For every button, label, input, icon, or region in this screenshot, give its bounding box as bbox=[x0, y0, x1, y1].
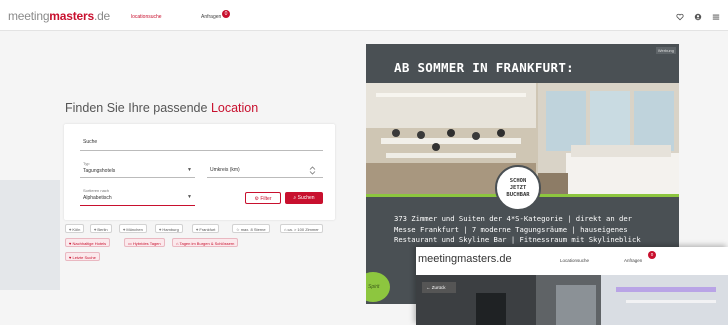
umkreis-stepper-icon[interactable] bbox=[309, 166, 316, 175]
background-panel bbox=[0, 180, 60, 290]
umkreis-input[interactable]: Umkreis (km) bbox=[210, 167, 240, 173]
typ-label: Typ bbox=[83, 161, 90, 166]
quick-filter-chip[interactable]: ☆ max. 8 Sterne bbox=[232, 224, 270, 233]
quick-filter-chip[interactable]: ♥ Nachhaltige Hotels bbox=[65, 238, 111, 247]
quick-filter-chip[interactable]: ⌂ Tagen im Burgen & Schlössern bbox=[172, 238, 239, 247]
filter-button[interactable]: ⚙ Filter bbox=[245, 192, 281, 204]
chip-label: Tagen im Burgen & Schlössern bbox=[179, 241, 235, 246]
overlay-logo-masters: masters bbox=[457, 253, 497, 265]
anfragen-count-badge: 0 bbox=[222, 10, 230, 18]
typ-dropdown-icon[interactable]: ▼ bbox=[187, 167, 192, 173]
site-logo[interactable]: meetingmasters.de bbox=[8, 9, 110, 23]
logo-text-meeting: meeting bbox=[8, 9, 50, 23]
suche-input[interactable]: Suche bbox=[83, 139, 97, 145]
ad-description: 373 Zimmer und Suiten der 4*S-Kategorie … bbox=[394, 214, 674, 246]
chip-label: Köln bbox=[72, 227, 81, 232]
chip-label: Hybrides Tagen bbox=[132, 241, 161, 246]
suche-underline bbox=[80, 150, 323, 151]
stamp-line-3: BUCHBAR bbox=[506, 192, 530, 198]
chip-label: München bbox=[126, 227, 143, 232]
chip-label: Frankfurt bbox=[199, 227, 216, 232]
chip-label: Letzte Suche bbox=[72, 255, 96, 260]
overlay-nav-anfragen[interactable]: Anfragen bbox=[624, 258, 642, 263]
quick-filter-chip[interactable]: ▭ Hybrides Tagen bbox=[124, 238, 165, 247]
chip-label: Hamburg bbox=[162, 227, 179, 232]
quick-filter-chip[interactable]: ⌖ Köln bbox=[65, 224, 85, 233]
ad-label: Werbung bbox=[655, 47, 676, 54]
ad-line-3: Restaurant und Skyline Bar | Fitnessraum… bbox=[394, 235, 641, 244]
overlay-logo-meeting: meeting bbox=[418, 253, 458, 265]
chip-label: Nachhaltige Hotels bbox=[72, 241, 107, 246]
filter-button-label: Filter bbox=[260, 196, 272, 202]
page-headline: Finden Sie Ihre passende Location bbox=[65, 101, 258, 115]
back-button[interactable]: ← Zurück bbox=[422, 282, 456, 293]
quick-filter-chip[interactable]: ⌖ Berlin bbox=[90, 224, 112, 233]
top-navigation-bar: meetingmasters.de locationsuche Anfragen… bbox=[0, 0, 728, 31]
logo-text-masters: masters bbox=[49, 9, 94, 23]
sortieren-underline bbox=[80, 205, 195, 206]
quick-filter-chip[interactable]: ⌖ München bbox=[119, 224, 147, 233]
chip-label: ca. > 100 Zimmer bbox=[287, 227, 319, 232]
ad-line-2: Messe Frankfurt | 7 moderne Tagungsräume… bbox=[394, 224, 628, 234]
nav-anfragen[interactable]: Anfragen bbox=[201, 14, 221, 20]
heart-icon[interactable] bbox=[676, 13, 684, 21]
menu-icon[interactable] bbox=[712, 13, 720, 21]
chip-label: Berlin bbox=[97, 227, 108, 232]
sortieren-label: Sortieren nach bbox=[83, 188, 110, 193]
quick-filter-chip[interactable]: ⌂ ca. > 100 Zimmer bbox=[280, 224, 323, 233]
umkreis-underline bbox=[207, 177, 323, 178]
overlay-anfragen-badge: 0 bbox=[648, 251, 656, 259]
quick-filter-chip[interactable]: ♥ Letzte Suche bbox=[65, 252, 100, 261]
ad-line-1: 373 Zimmer und Suiten der 4*S-Kategorie … bbox=[394, 214, 632, 223]
chip-label: max. 8 Sterne bbox=[240, 227, 266, 232]
quick-filter-chip[interactable]: ⌖ Frankfurt bbox=[192, 224, 220, 233]
typ-select[interactable]: Tagungshotels bbox=[83, 168, 115, 174]
nav-locationsuche[interactable]: locationsuche bbox=[131, 14, 162, 20]
headline-text: Finden Sie Ihre passende bbox=[65, 101, 208, 115]
sortieren-select[interactable]: Alphabetisch bbox=[83, 195, 112, 201]
stamp-line-1: SCHON bbox=[509, 178, 527, 184]
overlay-window[interactable]: meetingmasters.de Locationsuche Anfragen… bbox=[416, 247, 728, 325]
overlay-logo-tld: .de bbox=[496, 253, 512, 265]
overlay-room-photo bbox=[416, 275, 728, 325]
quick-filter-chip[interactable]: ⌖ Hamburg bbox=[155, 224, 183, 233]
headline-highlight: Location bbox=[210, 101, 259, 115]
suchen-button-label: Suchen bbox=[297, 195, 315, 201]
sortieren-dropdown-icon[interactable]: ▼ bbox=[187, 194, 192, 200]
stamp-line-2: JETZT bbox=[509, 185, 527, 191]
brand-mark-text: Spirit bbox=[368, 284, 380, 290]
buchbar-stamp: SCHON JETZT BUCHBAR bbox=[495, 165, 541, 211]
user-icon[interactable] bbox=[694, 13, 702, 21]
overlay-logo[interactable]: meetingmasters.de bbox=[418, 253, 512, 265]
logo-text-tld: .de bbox=[93, 9, 111, 23]
ad-title: AB SOMMER IN FRANKFURT: bbox=[394, 60, 574, 75]
overlay-nav-locationsuche[interactable]: Locationsuche bbox=[560, 258, 589, 263]
typ-underline bbox=[80, 177, 195, 178]
suchen-button[interactable]: ⌕ Suchen bbox=[285, 192, 323, 204]
